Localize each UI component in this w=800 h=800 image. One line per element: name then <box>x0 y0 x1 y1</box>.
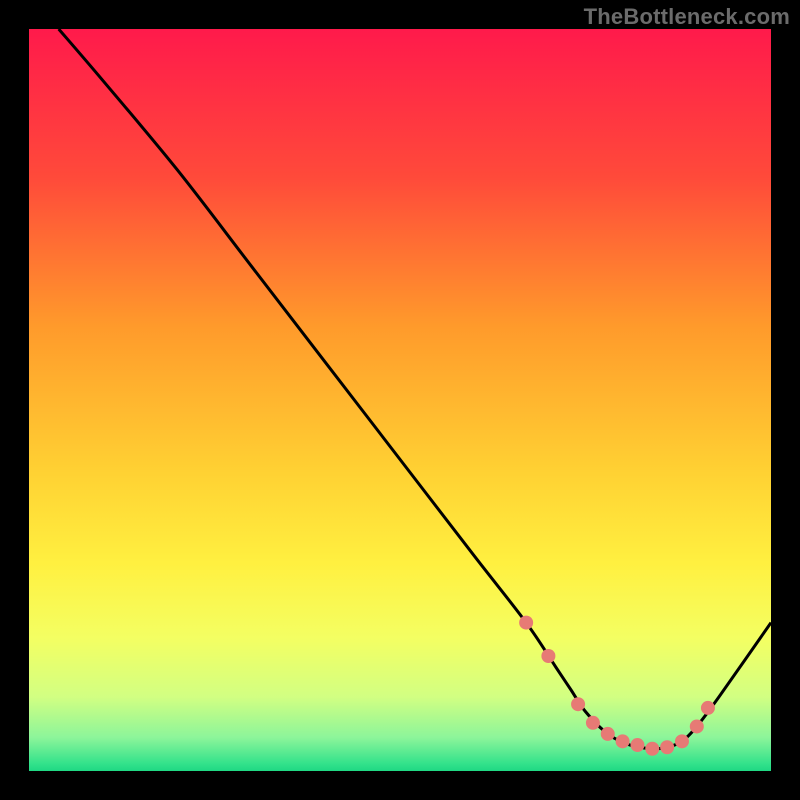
marker-dot <box>660 740 674 754</box>
marker-dot <box>616 734 630 748</box>
marker-dot <box>519 616 533 630</box>
watermark-text: TheBottleneck.com <box>584 4 790 30</box>
gradient-background <box>29 29 771 771</box>
marker-dot <box>645 742 659 756</box>
marker-dot <box>675 734 689 748</box>
marker-dot <box>690 719 704 733</box>
chart-frame: TheBottleneck.com <box>0 0 800 800</box>
marker-dot <box>571 697 585 711</box>
marker-dot <box>601 727 615 741</box>
marker-dot <box>541 649 555 663</box>
plot-area <box>29 29 771 771</box>
marker-dot <box>701 701 715 715</box>
marker-dot <box>586 716 600 730</box>
chart-svg <box>29 29 771 771</box>
marker-dot <box>630 738 644 752</box>
